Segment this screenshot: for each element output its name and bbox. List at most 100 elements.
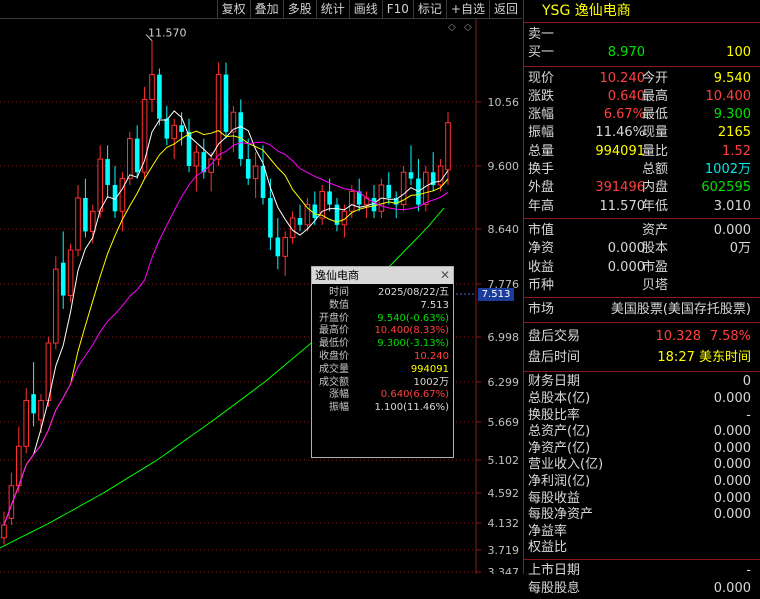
financial-row: 权益比 [524,540,760,557]
add-watchlist-button[interactable]: +自选 [445,0,489,18]
fundamental-label: 贝塔 [642,277,669,293]
financial-label: 每股净资产 [528,507,594,523]
candle-body [349,190,355,212]
high-marker-label: 11.570 [148,27,187,40]
tooltip-row: 涨幅 0.640(6.67%) [312,389,453,402]
statistics-button[interactable]: 统计 [315,0,349,18]
tooltip-value: 9.540(-0.63%) [377,312,449,324]
quote-label: 内盘 [642,180,669,196]
tooltip-row: 时间 2025/08/22/五 [312,287,453,300]
tooltip-label: 时间 [329,287,349,298]
candle-body [445,122,451,171]
quote-row: 年高 11.570 年低 3.010 [524,198,760,216]
after-hours-label: 盘后交易 [528,329,581,345]
dividend-value: 0.000 [713,581,751,597]
dividend-row: 每股股息 0.000 [524,580,760,598]
tick-label: 10.56 [488,96,520,109]
tooltip-label: 数值 [329,299,349,311]
quote-label: 换手 [528,162,555,178]
fundamental-row: 币种 贝塔 [524,277,760,295]
diamond-icon[interactable]: ◇ [448,22,456,33]
quote-label: 现量 [642,125,669,141]
sell1-label: 卖一 [528,27,555,42]
tooltip-value: 7.513 [420,299,449,311]
tooltip-value: 0.640(6.67%) [380,389,449,401]
financial-label: 换股比率 [528,407,581,423]
candle-body [60,262,66,296]
quote-value: 994091 [595,143,645,159]
financial-label: 净益率 [528,523,568,539]
candle-body [31,394,36,414]
tooltip-row: 成交量 994091 [312,364,453,377]
candle-body [157,74,162,119]
sell1-row: 卖一 [524,26,760,44]
tooltip-label: 成交额 [319,376,349,388]
tooltip-title-text: 逸仙电商 [315,269,359,282]
quote-row: 涨跌 0.640 最高 10.400 [524,88,760,106]
candle-body [223,74,229,132]
quote-label: 最高 [642,88,669,104]
draw-line-button[interactable]: 画线 [348,0,382,18]
quote-label: 外盘 [528,180,555,196]
close-icon[interactable]: ✕ [440,267,450,284]
quote-label: 年低 [642,198,669,214]
quote-value: 1.52 [722,143,751,159]
diamond-icon[interactable]: ◇ [464,22,472,33]
quote-label: 年高 [528,198,555,214]
tooltip-label: 涨幅 [329,389,349,401]
tooltip-label: 成交量 [319,363,349,375]
market-row: 市场 美国股票(美国存托股票) [524,301,760,319]
fundamental-value: 0.000 [713,222,751,238]
candle-body [297,218,303,225]
quote-value: 9.540 [713,70,751,86]
quote-value: 6.67% [603,107,645,123]
financial-value: 0.000 [713,457,751,473]
tooltip-label: 最低价 [319,338,349,350]
back-button[interactable]: 返回 [488,0,522,18]
candle-body [275,237,281,257]
quote-label: 总量 [528,143,555,159]
tooltip-label: 开盘价 [319,312,349,324]
quote-row: 振幅 11.46% 现量 2165 [524,124,760,142]
quote-label: 量比 [642,143,669,159]
fundamental-value: 0万 [729,241,751,257]
f10-button[interactable]: F10 [381,0,413,18]
buy1-row: 买一 8.970 100 [524,44,760,62]
candle-body [193,151,200,167]
tick-label: 5.102 [488,454,520,467]
list-date-value: - [746,562,751,578]
fundamental-value: 0.000 [607,259,645,275]
quote-label: 最低 [642,107,669,123]
tick-label: 6.299 [488,376,520,389]
financial-value: 0.000 [713,440,751,456]
tooltip-title: 逸仙电商 ✕ [312,267,453,284]
tooltip-label: 收盘价 [319,350,349,362]
quote-label: 现价 [528,70,555,86]
candle-body [312,204,318,219]
tooltip-rows: 时间 2025/08/22/五 数值 7.513 开盘价 9.540(-0.63%) 最高价… [312,284,453,415]
financial-row: 每股收益 0.000 [524,491,760,508]
quote-row: 外盘 391496 内盘 602595 [524,179,760,197]
quote-value: 1002万 [704,162,751,178]
candle-info-tooltip[interactable]: 逸仙电商 ✕ 时间 2025/08/22/五 数值 7.513 开盘价 9.540(-0.… [311,266,454,458]
overlay-button[interactable]: 叠加 [249,0,283,18]
financial-value: 0 [742,374,751,390]
financial-label: 总股本(亿) [528,391,591,407]
mark-button[interactable]: 标记 [412,0,446,18]
financial-label: 权益比 [528,540,568,556]
quote-value: 602595 [701,180,751,196]
tooltip-row: 最高价 10.400(8.33%) [312,325,453,338]
tooltip-row: 振幅 1.100(11.46%) [312,402,453,415]
financial-rows: 财务日期 0 总股本(亿) 0.000 换股比率 - 总资产(亿) 0.000 净资产(亿) 0.… [524,372,760,557]
tick-label: 9.600 [488,160,520,173]
fundamental-row: 市值 资产 0.000 [524,222,760,240]
multi-stock-button[interactable]: 多股 [282,0,316,18]
candle-body [90,210,96,232]
quote-value: 10.240 [599,70,646,86]
after-time-value: 18:27 美东时间 [657,350,751,366]
candle-body [1,524,7,539]
restore-rights-button[interactable]: 复权 [216,0,250,18]
financial-label: 财务日期 [528,374,581,390]
financial-row: 净利润(亿) 0.000 [524,474,760,491]
financial-row: 财务日期 0 [524,374,760,391]
